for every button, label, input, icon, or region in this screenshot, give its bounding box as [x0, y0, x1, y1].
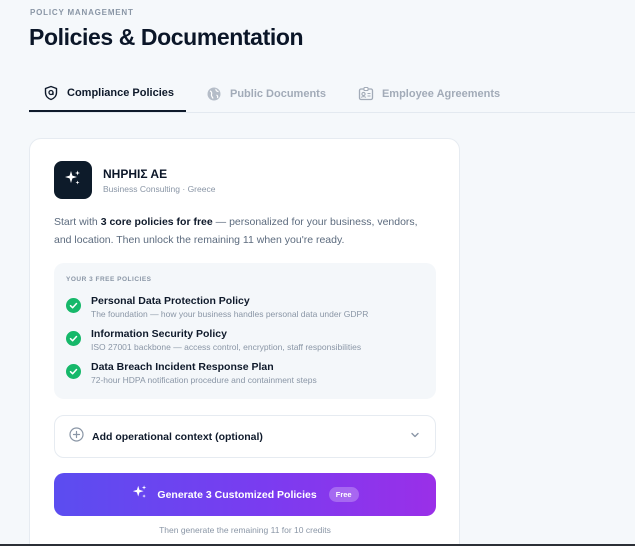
intro-highlight: 3 core policies for free [100, 216, 213, 228]
org-logo [54, 161, 92, 199]
chevron-down-icon [409, 428, 421, 446]
policy-setup-card: ΝΗΡΗΙΣ ΑΕ Business Consulting · Greece S… [29, 138, 460, 546]
sparkles-icon [131, 483, 149, 506]
check-circle-icon [66, 331, 81, 346]
tab-label: Compliance Policies [67, 87, 174, 99]
tab-compliance-policies[interactable]: Compliance Policies [29, 76, 186, 112]
tab-label: Public Documents [229, 88, 326, 100]
policy-title: Information Security Policy [91, 328, 227, 340]
list-item: Personal Data Protection Policy The foun… [66, 294, 368, 320]
generate-label: Generate 3 Customized Policies [157, 488, 317, 501]
policy-description: ISO 27001 backbone — access control, enc… [91, 342, 362, 352]
plus-circle-icon [69, 426, 84, 447]
org-name: ΝΗΡΗΙΣ ΑΕ [103, 167, 168, 181]
id-card-icon [358, 86, 374, 102]
page-title: Policies & Documentation [29, 24, 304, 50]
policy-description: 72-hour HDPA notification procedure and … [91, 375, 317, 385]
free-policies-heading: YOUR 3 FREE POLICIES [66, 276, 152, 283]
list-item: Information Security Policy ISO 27001 ba… [66, 327, 361, 353]
policy-title: Data Breach Incident Response Plan [91, 361, 274, 373]
free-badge: Free [328, 487, 359, 502]
policy-description: The foundation — how your business handl… [91, 309, 369, 319]
list-item: Data Breach Incident Response Plan 72-ho… [66, 360, 317, 386]
tab-employee-agreements[interactable]: Employee Agreements [344, 76, 512, 112]
tab-label: Employee Agreements [381, 88, 501, 100]
tab-public-documents[interactable]: Public Documents [192, 76, 338, 112]
generate-policies-button[interactable]: Generate 3 Customized Policies Free [54, 473, 436, 516]
check-circle-icon [66, 298, 81, 313]
tab-divider [29, 112, 635, 113]
policy-title: Personal Data Protection Policy [91, 295, 250, 307]
credits-footnote: Then generate the remaining 11 for 10 cr… [159, 525, 331, 535]
operational-context-toggle[interactable]: Add operational context (optional) [54, 415, 436, 458]
intro-text: Start with 3 core policies for free — pe… [54, 213, 434, 249]
globe-icon [206, 86, 222, 102]
org-meta: Business Consulting · Greece [103, 184, 216, 194]
sparkles-icon [63, 168, 83, 193]
intro-prefix: Start with [54, 216, 101, 228]
check-circle-icon [66, 364, 81, 379]
context-label: Add operational context (optional) [92, 430, 263, 443]
tab-bar: Compliance Policies Public Documents Emp… [29, 76, 512, 112]
page-eyebrow: POLICY MANAGEMENT [30, 8, 134, 17]
free-policies-box: YOUR 3 FREE POLICIES Personal Data Prote… [54, 263, 436, 399]
shield-icon [43, 85, 59, 101]
